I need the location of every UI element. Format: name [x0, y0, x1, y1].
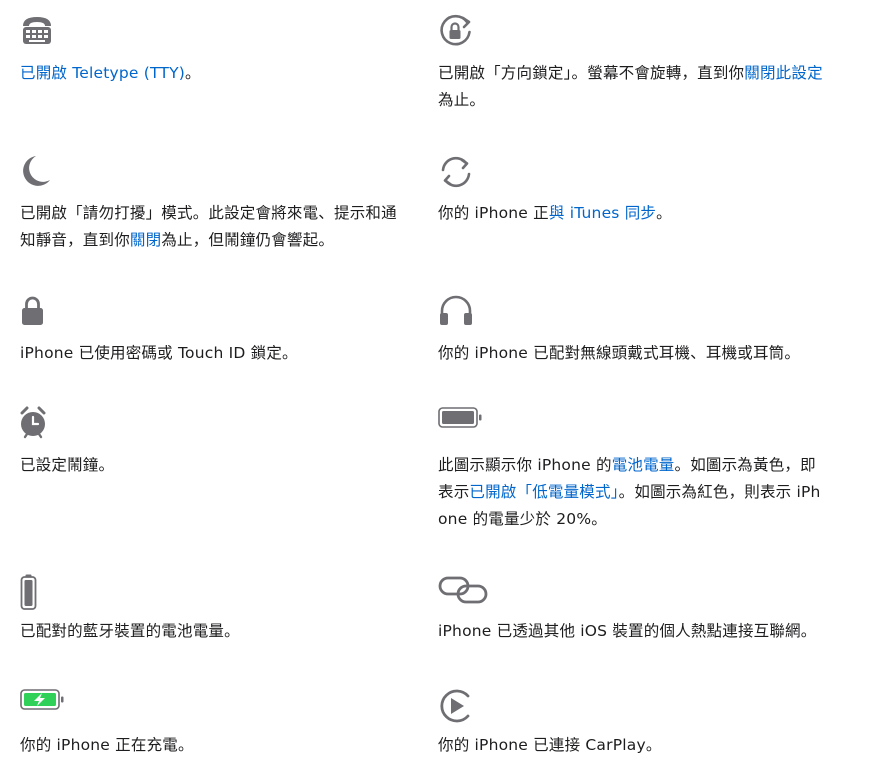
turn-off-setting-link[interactable]: 關閉此設定 [744, 64, 823, 82]
status-description: iPhone 已透過其他 iOS 裝置的個人熱點連接互聯網。 [438, 622, 817, 640]
alarm-clock-icon [20, 406, 46, 439]
carplay-icon [440, 689, 470, 723]
status-description: 你的 iPhone 正在充電。 [20, 736, 194, 754]
tty-link[interactable]: 已開啟 Teletype (TTY) [20, 64, 185, 82]
turn-off-link[interactable]: 關閉 [130, 231, 161, 249]
status-description: 你的 iPhone 已配對無線頭戴式耳機、耳機或耳筒。 [438, 344, 801, 362]
status-description: 此圖示顯示你 iPhone 的電池電量。如圖示為黃色，即表示已開啟「低電量模式」… [438, 456, 821, 528]
status-description: 已開啟「請勿打擾」模式。此設定會將來電、提示和通知靜音，直到你關閉為止，但鬧鐘仍… [20, 204, 397, 249]
personal-hotspot-icon [438, 576, 488, 604]
status-description: 你的 iPhone 已連接 CarPlay。 [438, 736, 662, 754]
lock-icon [22, 296, 43, 325]
status-description: 已設定鬧鐘。 [20, 456, 115, 474]
itunes-sync-link[interactable]: 與 iTunes 同步 [549, 204, 656, 222]
status-description: 你的 iPhone 正與 iTunes 同步。 [438, 204, 672, 222]
headphones-icon [440, 295, 472, 325]
tty-icon [23, 17, 51, 44]
battery-level-link[interactable]: 電池電量 [612, 456, 675, 474]
status-description: 已開啟「方向鎖定」。螢幕不會旋轉，直到你關閉此設定為止。 [438, 64, 823, 109]
moon-icon [23, 156, 50, 186]
sync-icon [441, 156, 471, 188]
rotation-lock-icon [440, 14, 471, 46]
bluetooth-battery-icon [20, 574, 37, 610]
status-description: iPhone 已使用密碼或 Touch ID 鎖定。 [20, 344, 298, 362]
charging-battery-icon [20, 689, 64, 710]
status-description: 已配對的藍牙裝置的電池電量。 [20, 622, 240, 640]
low-power-mode-link[interactable]: 已開啟「低電量模式」 [469, 483, 618, 501]
status-description: 已開啟 Teletype (TTY)。 [20, 64, 201, 82]
battery-icon [438, 407, 482, 428]
